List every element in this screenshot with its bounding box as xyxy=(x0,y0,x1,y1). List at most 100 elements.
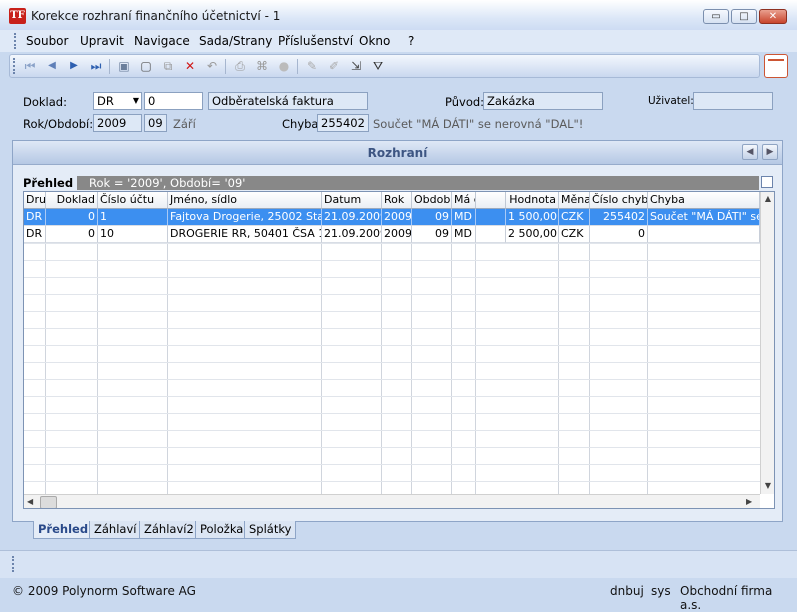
table-cell[interactable]: 1 xyxy=(98,209,168,226)
maximize-button[interactable]: □ xyxy=(731,9,757,24)
prev-record-icon[interactable]: ◀ xyxy=(44,58,60,74)
table-cell[interactable]: 2009 xyxy=(382,226,412,243)
next-record-icon[interactable]: ▶ xyxy=(66,58,82,74)
save-icon[interactable]: ▣ xyxy=(116,58,132,74)
tab-zahlavi2[interactable]: Záhlaví2 xyxy=(139,521,199,539)
table-cell[interactable]: MD xyxy=(452,226,476,243)
column-header[interactable]: Doklad xyxy=(46,192,98,209)
column-header[interactable]: Rok xyxy=(382,192,412,209)
tab-polozka[interactable]: Položka xyxy=(195,521,249,539)
table-row[interactable]: DR 0 10 DROGERIE RR, 50401 ČSA 14 21.09.… xyxy=(24,226,760,243)
tab-zahlavi[interactable]: Záhlaví xyxy=(89,521,142,539)
column-header[interactable]: Dru xyxy=(24,192,46,209)
scroll-thumb[interactable] xyxy=(40,496,57,508)
tab-splatky[interactable]: Splátky xyxy=(244,521,297,539)
window-list-stripe xyxy=(768,59,784,61)
status-toolbar xyxy=(0,550,797,579)
column-header[interactable]: Datum xyxy=(322,192,382,209)
menu-navigace[interactable]: Navigace xyxy=(134,34,190,48)
table-cell[interactable]: Fajtova Drogerie, 25002 Stará B xyxy=(168,209,322,226)
doklad-type-select[interactable]: DR ▼ xyxy=(93,92,142,110)
menu-prislusenstvi[interactable]: Příslušenství xyxy=(278,34,353,48)
table-cell[interactable]: 1 500,00 xyxy=(506,209,559,226)
chevron-down-icon: ▼ xyxy=(132,96,139,105)
table-cell[interactable]: 2009 xyxy=(382,209,412,226)
new-document-icon[interactable]: ▢ xyxy=(138,58,154,74)
table-row[interactable]: DR 0 1 Fajtova Drogerie, 25002 Stará B 2… xyxy=(24,209,760,226)
app-logo-icon[interactable]: TF xyxy=(9,8,26,24)
table-cell[interactable]: 0 xyxy=(46,209,98,226)
table-cell[interactable]: 09 xyxy=(412,209,452,226)
column-header[interactable] xyxy=(476,192,506,209)
column-header[interactable]: Období xyxy=(412,192,452,209)
first-record-icon[interactable]: ⏮ xyxy=(22,58,38,74)
undo-icon[interactable]: ↶ xyxy=(204,58,220,74)
toolbar-grip[interactable] xyxy=(13,58,18,74)
minimize-button[interactable]: ▭ xyxy=(703,9,729,24)
export-icon[interactable]: ⇲ xyxy=(348,58,364,74)
close-button[interactable]: ✕ xyxy=(759,9,787,24)
window-list-icon[interactable] xyxy=(764,54,788,78)
empty-grid-area[interactable] xyxy=(24,243,760,494)
tab-prehled[interactable]: Přehled xyxy=(33,521,94,539)
puvod-field: Zakázka xyxy=(483,92,603,110)
disabled-circle-icon[interactable]: ● xyxy=(276,58,292,74)
edit-icon[interactable]: ✎ xyxy=(304,58,320,74)
table-cell[interactable]: CZK xyxy=(559,209,590,226)
menu-soubor[interactable]: Soubor xyxy=(26,34,68,48)
column-header[interactable]: Měna xyxy=(559,192,590,209)
column-header[interactable]: Jméno, sídlo xyxy=(168,192,322,209)
grid-header-row: Dru Doklad Číslo účtu Jméno, sídlo Datum… xyxy=(24,192,760,209)
column-header[interactable]: Má d xyxy=(452,192,476,209)
scroll-up-icon[interactable]: ▲ xyxy=(761,194,774,203)
menu-grip[interactable] xyxy=(14,33,19,49)
column-header[interactable]: Hodnota xyxy=(506,192,559,209)
column-header[interactable]: Číslo chyby xyxy=(590,192,648,209)
table-cell[interactable]: DROGERIE RR, 50401 ČSA 14 xyxy=(168,226,322,243)
scroll-down-icon[interactable]: ▼ xyxy=(761,481,774,490)
scroll-left-icon[interactable]: ◀ xyxy=(27,497,33,506)
filter-icon[interactable]: ⛛ xyxy=(370,58,386,74)
rok-obdobi-label: Rok/Období: xyxy=(23,117,94,131)
table-cell[interactable] xyxy=(476,209,506,226)
delete-icon[interactable]: ✕ xyxy=(182,58,198,74)
section-next-button[interactable]: ▶ xyxy=(762,144,778,160)
uzivatel-label: Uživatel: xyxy=(648,95,694,107)
tree-icon[interactable]: ⌘ xyxy=(254,58,270,74)
section-prev-button[interactable]: ◀ xyxy=(742,144,758,160)
table-cell[interactable]: DR xyxy=(24,209,46,226)
doklad-number-input[interactable]: 0 xyxy=(144,92,203,110)
table-cell[interactable]: 2 500,00 xyxy=(506,226,559,243)
table-cell[interactable]: 0 xyxy=(46,226,98,243)
toolbar-separator xyxy=(225,59,226,74)
vertical-scrollbar[interactable]: ▲ ▼ xyxy=(760,192,774,494)
copy-icon[interactable]: ⧉ xyxy=(160,58,176,74)
table-cell[interactable]: 21.09.2009 xyxy=(322,209,382,226)
table-cell[interactable]: CZK xyxy=(559,226,590,243)
menu-sada-strany[interactable]: Sada/Strany xyxy=(199,34,272,48)
table-cell[interactable]: MD xyxy=(452,209,476,226)
menu-okno[interactable]: Okno xyxy=(359,34,390,48)
menu-help[interactable]: ? xyxy=(408,34,414,48)
grid-options-icon[interactable] xyxy=(761,176,773,188)
last-record-icon[interactable]: ⏭ xyxy=(88,58,104,74)
table-cell[interactable]: 0 xyxy=(590,226,648,243)
column-header[interactable]: Číslo účtu xyxy=(98,192,168,209)
pen-icon[interactable]: ✐ xyxy=(326,58,342,74)
print-icon[interactable]: ⎙ xyxy=(232,58,248,74)
menu-upravit[interactable]: Upravit xyxy=(80,34,124,48)
filter-label: Přehled xyxy=(23,176,78,190)
table-cell[interactable]: 21.09.2009 xyxy=(322,226,382,243)
toolbar: ⏮ ◀ ▶ ⏭ ▣ ▢ ⧉ ✕ ↶ ⎙ ⌘ ● ✎ ✐ ⇲ ⛛ xyxy=(9,54,760,78)
horizontal-scrollbar[interactable]: ◀ ▶ xyxy=(24,494,760,508)
column-header[interactable]: Chyba xyxy=(648,192,760,209)
table-cell[interactable]: 255402 xyxy=(590,209,648,226)
table-cell[interactable] xyxy=(648,226,760,243)
status-grip[interactable] xyxy=(12,556,17,572)
table-cell[interactable]: DR xyxy=(24,226,46,243)
table-cell[interactable]: 09 xyxy=(412,226,452,243)
table-cell[interactable] xyxy=(476,226,506,243)
scroll-right-icon[interactable]: ▶ xyxy=(746,497,752,506)
table-cell[interactable]: 10 xyxy=(98,226,168,243)
table-cell[interactable]: Součet "MÁ DÁTI" se ner xyxy=(648,209,760,226)
